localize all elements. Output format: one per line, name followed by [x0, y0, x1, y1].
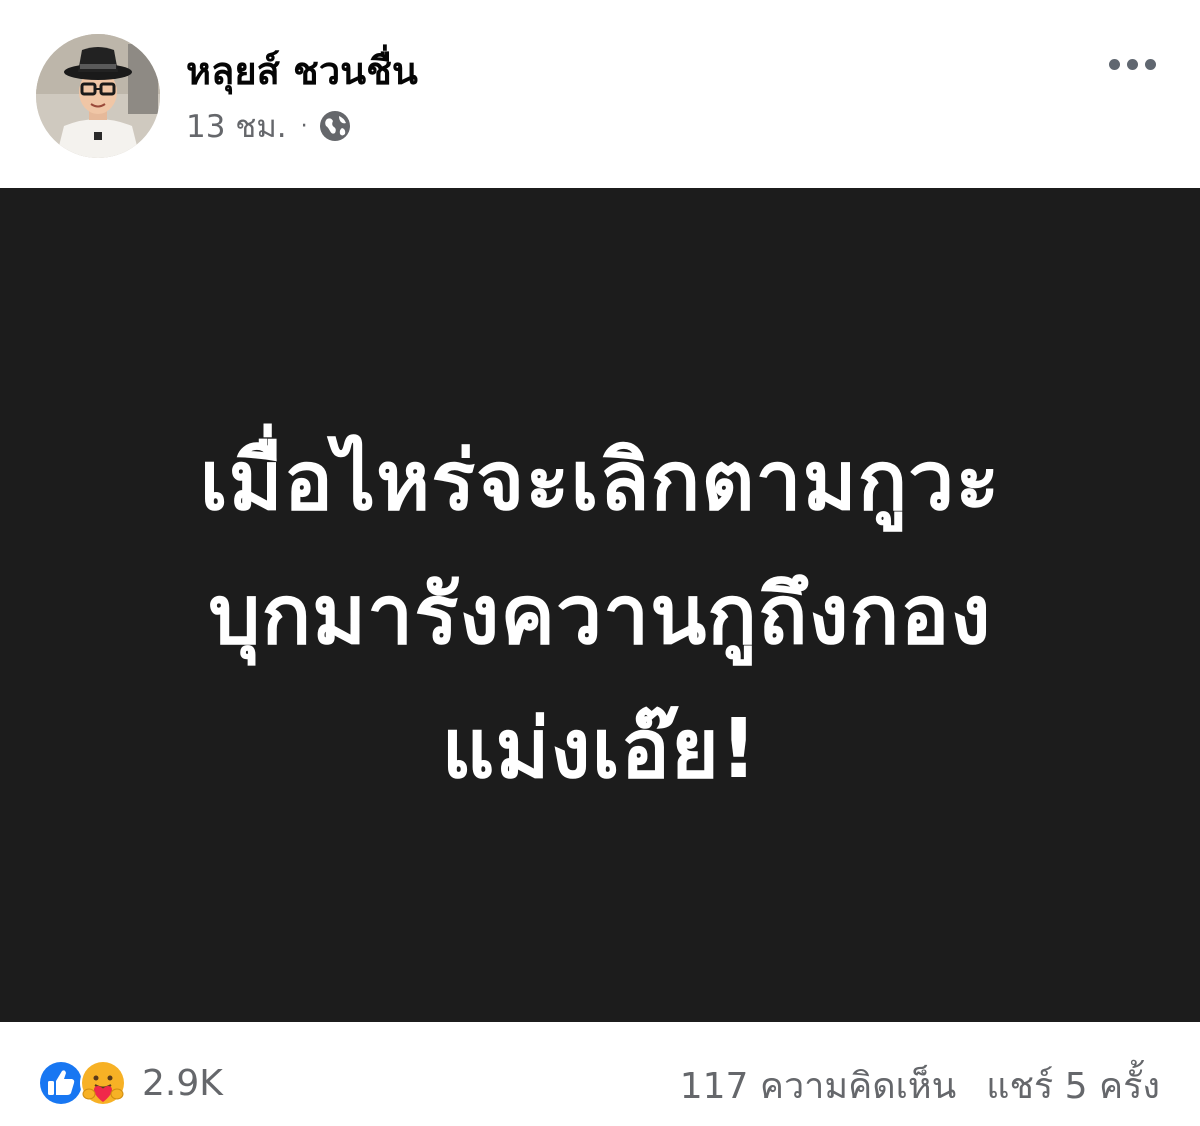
comments-count-link[interactable]: 117 ความคิดเห็น [680, 1057, 957, 1114]
more-dot [1108, 58, 1120, 70]
author-avatar[interactable] [36, 34, 160, 158]
post-footer: 2.9K 117 ความคิดเห็น แชร์ 5 ครั้ง [0, 1022, 1200, 1126]
post-meta: 13 ชม. · [186, 104, 352, 148]
care-icon [80, 1060, 126, 1106]
facebook-post: หลุยส์ ชวนชื่น 13 ชม. · เมื่อไหร่จะเลิกต… [0, 0, 1200, 1126]
engagement-stats: 117 ความคิดเห็น แชร์ 5 ครั้ง [680, 1060, 1160, 1110]
author-name[interactable]: หลุยส์ ชวนชื่น [186, 46, 418, 96]
avatar-photo-icon [36, 34, 160, 158]
card-line-1: เมื่อไหร่จะเลิกตามกูวะ [199, 434, 1001, 529]
shares-count-link[interactable]: แชร์ 5 ครั้ง [986, 1057, 1160, 1114]
post-timestamp[interactable]: 13 ชม. [186, 101, 287, 151]
more-dot [1126, 58, 1138, 70]
more-options-icon[interactable] [1098, 44, 1166, 84]
card-line-3: แม่งเอ๊ย! [441, 702, 759, 797]
meta-separator: · [300, 113, 308, 139]
more-dot [1144, 58, 1156, 70]
card-line-2: บุกมารังควานกูถึงกอง [208, 568, 992, 663]
post-header: หลุยส์ ชวนชื่น 13 ชม. · [0, 0, 1200, 188]
globe-icon[interactable] [318, 109, 352, 143]
reaction-count: 2.9K [142, 1062, 223, 1104]
text-post-card[interactable]: เมื่อไหร่จะเลิกตามกูวะ บุกมารังควานกูถึง… [0, 188, 1200, 1022]
reactions-summary[interactable]: 2.9K [36, 1058, 223, 1108]
card-text: เมื่อไหร่จะเลิกตามกูวะ บุกมารังควานกูถึง… [200, 415, 1001, 817]
